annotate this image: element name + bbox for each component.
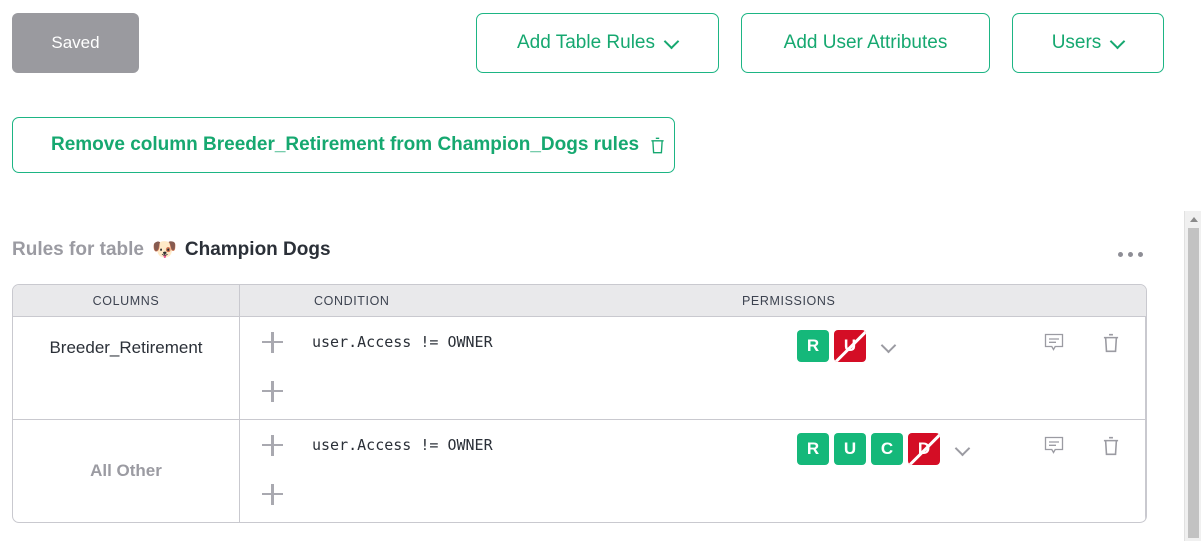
table-row: Breeder_Retirement user.Access != OWNER … [13,317,1146,420]
saved-button-label: Saved [51,33,100,52]
add-condition-line [240,367,1146,415]
chevron-down-icon [1111,35,1124,48]
comment-icon[interactable] [1042,434,1066,458]
trash-icon[interactable] [1101,435,1121,457]
remove-column-label: Remove column Breeder_Retirement from Ch… [51,134,640,155]
condition-expression[interactable]: user.Access != OWNER [312,436,493,454]
column-header-columns: COLUMNS [13,285,240,316]
trash-icon [651,137,664,153]
row-actions [1042,434,1121,458]
row-divider [1145,420,1146,522]
saved-button[interactable]: Saved [12,13,139,73]
permissions-group: R U C D [797,433,970,465]
column-header-permissions: PERMISSIONS [742,293,836,308]
chevron-down-icon [665,35,678,48]
chevron-down-icon[interactable] [880,338,896,354]
table-header-row: COLUMNS CONDITION PERMISSIONS [13,285,1146,317]
permission-badge-update[interactable]: U [834,433,866,465]
plus-icon[interactable] [262,331,283,353]
condition-line: user.Access != OWNER [240,420,1146,470]
permission-badge-read[interactable]: R [797,433,829,465]
add-table-rules-button[interactable]: Add Table Rules [476,13,719,73]
vertical-scrollbar[interactable] [1184,211,1201,541]
add-user-attributes-button[interactable]: Add User Attributes [741,13,990,73]
ellipsis-dot [1127,251,1133,257]
trash-icon[interactable] [1101,332,1121,354]
chevron-down-icon[interactable] [954,441,970,457]
users-label: Users [1051,32,1102,53]
condition-expression[interactable]: user.Access != OWNER [312,333,493,351]
add-condition-line [240,470,1146,518]
users-button[interactable]: Users [1012,13,1164,73]
rules-for-table-heading: Rules for table 🐶 Champion Dogs [12,239,331,261]
ellipsis-dot [1117,251,1123,257]
permissions-group: R U [797,330,896,362]
remove-column-button[interactable]: Remove column Breeder_Retirement from Ch… [12,117,675,173]
row-body: user.Access != OWNER R U C D [240,420,1146,522]
plus-icon[interactable] [262,434,283,456]
row-divider [1145,317,1146,419]
plus-icon[interactable] [262,380,283,402]
permission-badge-update[interactable]: U [834,330,866,362]
row-column-name: All Other [13,420,240,522]
row-actions [1042,331,1121,355]
table-name: Champion Dogs [184,239,331,260]
plus-icon[interactable] [262,483,283,505]
dog-emoji-icon: 🐶 [151,239,177,261]
ellipsis-icon[interactable] [1113,242,1147,266]
table-row: All Other user.Access != OWNER R U C D [13,420,1146,522]
scrollbar-thumb[interactable] [1187,228,1199,538]
add-table-rules-label: Add Table Rules [516,32,656,53]
permission-badge-delete[interactable]: D [908,433,940,465]
rules-for-table-prefix: Rules for table [12,239,144,260]
top-toolbar: Saved Add Table Rules Add User Attribute… [0,0,1201,86]
row-column-name: Breeder_Retirement [13,317,240,419]
permission-badge-create[interactable]: C [871,433,903,465]
row-body: user.Access != OWNER R U [240,317,1146,419]
column-header-condition: CONDITION [314,293,390,308]
ellipsis-dot [1137,251,1143,257]
add-user-attributes-label: Add User Attributes [783,32,948,53]
rules-table: COLUMNS CONDITION PERMISSIONS Breeder_Re… [12,284,1147,523]
permission-badge-read[interactable]: R [797,330,829,362]
condition-line: user.Access != OWNER [240,317,1146,367]
comment-icon[interactable] [1042,331,1066,355]
scroll-up-arrow-icon[interactable] [1185,211,1201,228]
